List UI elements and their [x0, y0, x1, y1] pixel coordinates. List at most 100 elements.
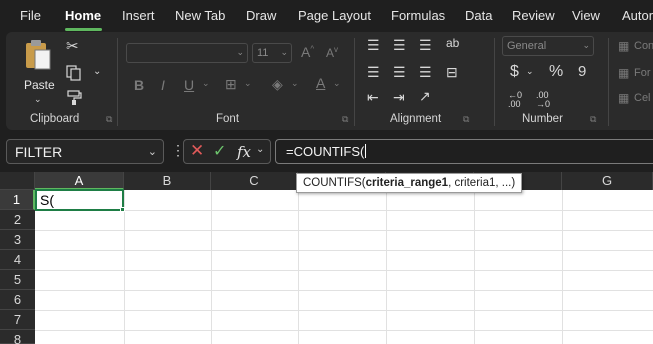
- chevron-down-icon: ⌄: [236, 47, 244, 57]
- conditional-formatting-icon[interactable]: ▦: [618, 40, 629, 52]
- percent-button[interactable]: %: [549, 64, 563, 80]
- cancel-icon[interactable]: ✕: [190, 141, 204, 161]
- text-caret: [365, 144, 367, 158]
- align-top-icon[interactable]: ☰: [367, 38, 380, 52]
- row-header-5[interactable]: 5: [0, 270, 35, 290]
- separator: [117, 38, 118, 126]
- dialog-launcher-icon[interactable]: ⧉: [106, 115, 112, 124]
- currency-button[interactable]: $: [510, 64, 519, 80]
- format-as-table-label[interactable]: For: [634, 68, 651, 79]
- font-size-value: 11: [257, 47, 269, 59]
- column-header-c[interactable]: C: [211, 172, 298, 190]
- gridline: [298, 190, 299, 344]
- orientation-icon[interactable]: ↗: [419, 89, 431, 103]
- column-header-b[interactable]: B: [124, 172, 211, 190]
- chevron-down-icon: ⌄: [280, 47, 288, 57]
- row-header-1[interactable]: 1: [0, 190, 35, 210]
- chevron-down-icon[interactable]: ⌄: [291, 79, 299, 88]
- decrease-font-icon[interactable]: Av: [326, 46, 338, 60]
- fill-handle[interactable]: [120, 207, 125, 212]
- gridline: [35, 330, 653, 331]
- wrap-text-icon[interactable]: ab: [446, 37, 459, 49]
- fill-color-icon[interactable]: ◈: [272, 77, 283, 91]
- comma-button[interactable]: 9: [578, 64, 586, 79]
- decrease-indent-icon[interactable]: ⇤: [367, 90, 379, 104]
- tab-data[interactable]: Data: [465, 8, 492, 23]
- paste-button[interactable]: Paste ⌄: [20, 38, 56, 106]
- increase-indent-icon[interactable]: ⇥: [393, 90, 405, 104]
- tooltip-current-argument[interactable]: criteria_range1: [366, 177, 448, 189]
- copy-icon[interactable]: [66, 65, 82, 81]
- name-box-value: FILTER: [15, 144, 63, 160]
- gridline: [35, 250, 653, 251]
- cell-styles-icon[interactable]: ▦: [618, 92, 629, 104]
- chevron-down-icon[interactable]: ⌄: [244, 79, 252, 88]
- dialog-launcher-icon[interactable]: ⧉: [342, 115, 348, 124]
- row-header-6[interactable]: 6: [0, 290, 35, 310]
- cell-styles-label[interactable]: Cel: [634, 93, 651, 104]
- underline-button[interactable]: U: [184, 78, 194, 92]
- chevron-down-icon[interactable]: ⌄: [526, 67, 534, 76]
- separator: [494, 38, 495, 126]
- paste-icon: [26, 40, 51, 70]
- bold-button[interactable]: B: [134, 78, 144, 92]
- tooltip-function-name[interactable]: COUNTIFS(: [303, 177, 366, 189]
- tooltip-remaining-arguments[interactable]: , criteria1, ...): [448, 177, 515, 189]
- italic-button[interactable]: I: [161, 78, 165, 92]
- row-header-7[interactable]: 7: [0, 310, 35, 330]
- increase-decimal-icon[interactable]: ←0.00: [508, 91, 522, 109]
- clipboard-group-label: Clipboard: [30, 113, 80, 125]
- merge-center-icon[interactable]: ⊟: [446, 65, 458, 79]
- column-header-g[interactable]: G: [562, 172, 653, 190]
- align-middle-icon[interactable]: ☰: [393, 38, 406, 52]
- format-painter-icon[interactable]: [66, 90, 82, 106]
- row-header-2[interactable]: 2: [0, 210, 35, 230]
- align-center-icon[interactable]: ☰: [393, 65, 406, 79]
- tab-formulas[interactable]: Formulas: [391, 8, 445, 23]
- tab-new-tab[interactable]: New Tab: [175, 8, 225, 23]
- dialog-launcher-icon[interactable]: ⧉: [463, 115, 469, 124]
- row-header-8[interactable]: 8: [0, 330, 35, 344]
- align-left-icon[interactable]: ☰: [367, 65, 380, 79]
- cut-icon[interactable]: ✂: [66, 39, 79, 54]
- tab-view[interactable]: View: [572, 8, 600, 23]
- conditional-formatting-label[interactable]: Con: [634, 41, 653, 52]
- decrease-decimal-icon[interactable]: .00 →0: [536, 91, 550, 109]
- formula-input[interactable]: =COUNTIFS(: [275, 139, 653, 164]
- font-name-combo[interactable]: ⌄: [126, 43, 248, 63]
- align-bottom-icon[interactable]: ☰: [419, 38, 432, 52]
- tab-page-layout[interactable]: Page Layout: [298, 8, 371, 23]
- font-size-combo[interactable]: 11 ⌄: [252, 43, 292, 63]
- chevron-down-icon[interactable]: ⌄: [202, 79, 210, 88]
- function-tooltip[interactable]: COUNTIFS(criteria_range1, criteria1, ...…: [296, 173, 523, 193]
- row-header-3[interactable]: 3: [0, 230, 35, 250]
- dialog-launcher-icon[interactable]: ⧉: [590, 115, 596, 124]
- number-format-combo[interactable]: General ⌄: [502, 36, 594, 56]
- format-as-table-icon[interactable]: ▦: [618, 67, 629, 79]
- chevron-down-icon: ⌄: [147, 146, 157, 158]
- font-group-label: Font: [216, 113, 240, 125]
- enter-icon[interactable]: ✓: [213, 141, 226, 161]
- column-header-a[interactable]: A: [35, 172, 124, 190]
- chevron-down-icon[interactable]: ⌄: [256, 144, 264, 155]
- gridline: [35, 270, 653, 271]
- font-color-icon[interactable]: A: [316, 76, 325, 90]
- insert-function-icon[interactable]: fx: [237, 143, 251, 161]
- increase-font-icon[interactable]: A^: [301, 45, 314, 59]
- tab-insert[interactable]: Insert: [122, 8, 155, 23]
- chevron-down-icon[interactable]: ⌄: [333, 79, 341, 88]
- active-cell-a1[interactable]: S(: [35, 189, 124, 211]
- gridline: [124, 190, 125, 344]
- tab-review[interactable]: Review: [512, 8, 555, 23]
- select-all-button[interactable]: [0, 172, 35, 190]
- row-header-4[interactable]: 4: [0, 250, 35, 270]
- tab-home[interactable]: Home: [65, 8, 101, 23]
- name-box[interactable]: FILTER ⌄: [6, 139, 164, 164]
- align-right-icon[interactable]: ☰: [419, 65, 432, 79]
- tab-file[interactable]: File: [20, 8, 41, 23]
- borders-icon[interactable]: ⊞: [225, 77, 237, 91]
- chevron-down-icon[interactable]: ⌄: [93, 67, 101, 77]
- chevron-down-icon: ⌄: [34, 94, 42, 104]
- tab-draw[interactable]: Draw: [246, 8, 276, 23]
- tab-automate[interactable]: Autor: [622, 8, 653, 23]
